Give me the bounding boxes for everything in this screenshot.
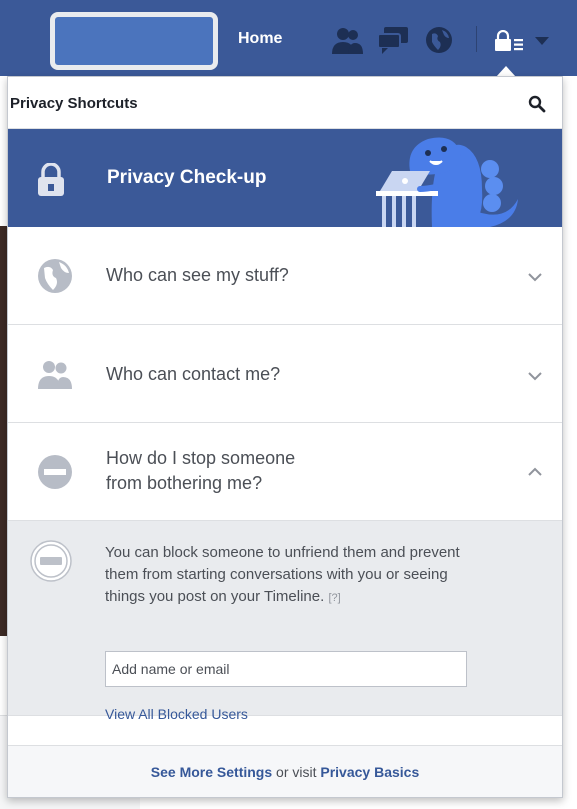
home-link[interactable]: Home bbox=[238, 30, 282, 48]
notifications-globe-icon[interactable] bbox=[422, 24, 456, 56]
privacy-checkup-label: Privacy Check-up bbox=[107, 167, 267, 188]
globe-icon bbox=[35, 256, 75, 296]
chevron-down-icon[interactable] bbox=[527, 270, 543, 282]
help-link[interactable]: [?] bbox=[328, 592, 340, 604]
lock-icon bbox=[36, 162, 66, 197]
dropdown-title: Privacy Shortcuts bbox=[10, 95, 138, 112]
privacy-basics-link[interactable]: Privacy Basics bbox=[320, 764, 419, 780]
top-navigation-bar: Home bbox=[0, 0, 577, 76]
chevron-up-icon[interactable] bbox=[527, 465, 543, 477]
nav-separator bbox=[476, 26, 477, 52]
dropdown-header: Privacy Shortcuts bbox=[8, 77, 562, 129]
block-user-section: You can block someone to unfriend them a… bbox=[8, 521, 562, 722]
friends-icon[interactable] bbox=[330, 24, 364, 56]
dropdown-footer: See More Settings or visit Privacy Basic… bbox=[8, 745, 562, 797]
search-icon[interactable] bbox=[528, 95, 546, 113]
block-description: You can block someone to unfriend them a… bbox=[105, 542, 485, 609]
row-label: Who can see my stuff? bbox=[106, 265, 289, 285]
block-icon bbox=[35, 452, 75, 492]
block-description-text: You can block someone to unfriend them a… bbox=[105, 544, 460, 605]
messages-icon[interactable] bbox=[376, 24, 410, 56]
privacy-checkup-banner[interactable]: Privacy Check-up bbox=[8, 129, 562, 227]
view-all-blocked-users-link[interactable]: View All Blocked Users bbox=[105, 706, 248, 722]
account-caret-icon[interactable] bbox=[534, 34, 550, 46]
footer-or-visit-text: or visit bbox=[272, 764, 321, 780]
stop-someone-bothering-row[interactable]: How do I stop someone from bothering me? bbox=[8, 423, 562, 521]
chevron-down-icon[interactable] bbox=[527, 369, 543, 381]
privacy-lock-icon[interactable] bbox=[494, 29, 524, 52]
privacy-shortcuts-dropdown: Privacy Shortcuts Privacy Check-up Who c… bbox=[7, 76, 563, 798]
search-box[interactable] bbox=[50, 12, 218, 70]
row-label-line-1: How do I stop someone bbox=[106, 448, 296, 468]
dinosaur-illustration bbox=[370, 129, 520, 227]
block-icon bbox=[29, 539, 73, 583]
add-name-or-email-input[interactable] bbox=[105, 651, 467, 687]
row-label-line-2: from bothering me? bbox=[106, 473, 263, 493]
who-can-contact-me-row[interactable]: Who can contact me? bbox=[8, 325, 562, 423]
who-can-see-my-stuff-row[interactable]: Who can see my stuff? bbox=[8, 227, 562, 325]
people-icon bbox=[35, 355, 75, 395]
row-label: Who can contact me? bbox=[106, 364, 281, 384]
see-more-settings-link[interactable]: See More Settings bbox=[151, 764, 272, 780]
